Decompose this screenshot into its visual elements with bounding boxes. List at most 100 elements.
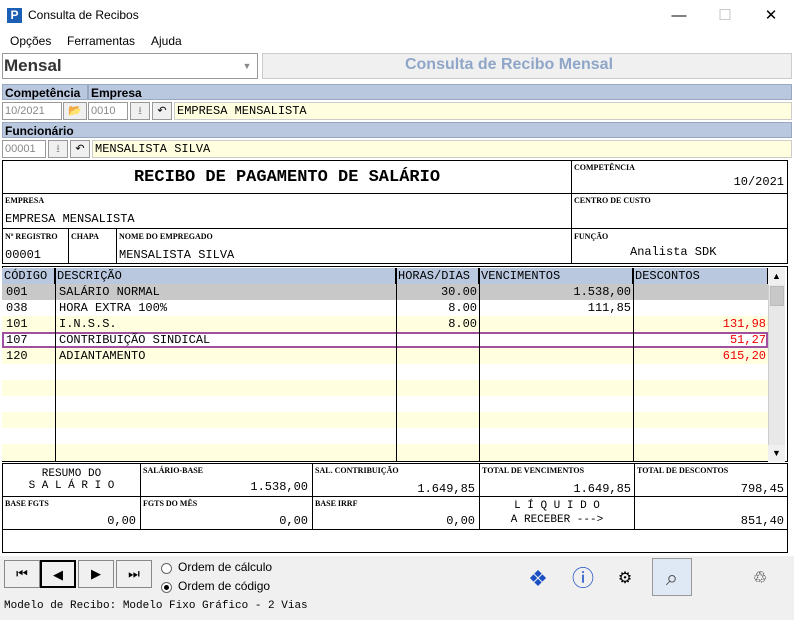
first-record-button[interactable]: ⏮ [4,560,40,588]
scroll-thumb[interactable] [770,286,784,306]
cell-hours: 30.00 [440,285,477,299]
zoom-icon[interactable]: ⌕ [652,558,692,596]
registro-label: Nº REGISTRO [5,232,58,241]
settings-icon[interactable]: ⚙ [605,560,645,598]
empresa-name: EMPRESA MENSALISTA [174,102,792,120]
receipt-title: RECIBO DE PAGAMENTO DE SALÁRIO [133,168,441,187]
radio-ordem-codigo-label[interactable]: Ordem de código [178,579,270,593]
base-irrf-value: 0,00 [446,514,475,528]
cell-desc: SALÁRIO NORMAL [59,285,160,299]
table-row-empty [2,444,768,461]
centro-custo-label: CENTRO DE CUSTO [574,196,651,205]
folder-icon[interactable]: 📂 [63,102,87,120]
sal-contrib-value: 1.649,85 [417,482,475,496]
sal-contrib-label: SAL. CONTRIBUIÇÃO [315,466,399,475]
empresa-box-label: EMPRESA [5,196,45,205]
competencia-input[interactable]: 10/2021 [2,102,62,120]
app-icon: P [7,8,22,23]
total-desc-value: 798,45 [740,482,784,496]
th-horas: HORAS/DIAS [396,268,479,284]
status-text: Modelo de Recibo: Modelo Fixo Gráfico - … [4,600,308,612]
next-record-button[interactable]: ▶ [78,560,114,588]
funcao-value: Analista SDK [630,245,717,259]
cell-code: 107 [6,333,28,347]
nome-label: NOME DO EMPREGADO [119,232,213,241]
info-icon[interactable]: ⓘ [563,560,603,598]
total-venc-value: 1.649,85 [573,482,631,496]
total-venc-label: TOTAL DE VENCIMENTOS [482,466,585,475]
table-row-empty [2,364,768,380]
table-row-empty [2,412,768,428]
total-desc-label: TOTAL DE DESCONTOS [637,466,729,475]
salario-base-value: 1.538,00 [250,480,308,494]
fgts-mes-label: FGTS DO MÊS [143,499,198,508]
menu-opcoes[interactable]: Opções [10,32,51,50]
col-divider [55,268,56,462]
print-icon[interactable]: ❖ [518,560,558,598]
nome-value: MENSALISTA SILVA [119,248,235,262]
close-button[interactable]: ✕ [748,0,794,32]
cell-desc: ADIANTAMENTO [59,349,146,363]
base-irrf-label: BASE IRRF [315,499,358,508]
table-row-empty [2,380,768,396]
base-fgts-label: BASE FGTS [5,499,49,508]
table-row-empty [2,396,768,412]
cell-code: 038 [6,301,28,315]
empresa-box-value: EMPRESA MENSALISTA [5,212,135,226]
base-fgts-value: 0,00 [107,514,136,528]
funcionario-code-input[interactable]: 00001 [2,140,46,158]
competencia-label: Competência [2,84,88,100]
radio-ordem-codigo[interactable] [161,582,172,593]
maximize-button[interactable]: ☐ [702,0,748,32]
undo-icon[interactable]: ↶ [152,102,172,120]
undo-icon-2[interactable]: ↶ [70,140,90,158]
scroll-down-icon[interactable]: ▼ [768,445,785,462]
radio-ordem-calculo[interactable] [161,563,172,574]
th-codigo: CÓDIGO [2,268,55,284]
cell-desconto: 51,27 [729,333,766,347]
menu-ferramentas[interactable]: Ferramentas [67,32,135,50]
liquido-line1: L Í Q U I D O [514,500,600,512]
cell-hours: 8.00 [448,301,477,315]
recycle-icon[interactable]: ♲ [740,560,780,598]
blank-box [2,529,788,553]
cell-code: 101 [6,317,28,331]
funcao-label: FUNÇÃO [574,232,609,241]
table-row-empty [2,428,768,444]
salario-base-label: SALÁRIO-BASE [143,466,204,475]
last-record-button[interactable]: ⏭ [116,560,152,588]
cell-desc: I.N.S.S. [59,317,117,331]
cell-desc: HORA EXTRA 100% [59,301,168,315]
window-title: Consulta de Recibos [28,8,139,22]
cell-hours: 8.00 [448,317,477,331]
cell-desconto: 615,20 [722,349,766,363]
th-descontos: DESCONTOS [633,268,768,284]
fgts-mes-value: 0,00 [279,514,308,528]
registro-value: 00001 [5,248,42,262]
funcionario-lookup-icon[interactable]: ⭳ [48,140,68,158]
chevron-down-icon[interactable]: ▼ [238,55,256,77]
competencia-box-value: 10/2021 [733,175,784,189]
funcionario-label: Funcionário [2,122,792,138]
cell-desc: CONTRIBUIÇÃO SINDICAL [59,333,211,347]
minimize-button[interactable]: — [656,0,702,32]
col-divider [633,268,634,462]
empresa-code-input[interactable]: 0010 [88,102,128,120]
funcionario-name: MENSALISTA SILVA [92,140,792,158]
th-descricao: DESCRIÇÃO [55,268,396,284]
radio-ordem-calculo-label[interactable]: Ordem de cálculo [178,560,272,574]
empresa-label: Empresa [88,84,792,100]
liquido-value: 851,40 [740,514,784,528]
resumo-line1: RESUMO DO [41,468,102,480]
liquido-line2: A RECEBER ---> [510,514,604,526]
scroll-up-icon[interactable]: ▲ [768,268,785,285]
empresa-lookup-icon[interactable]: ⭳ [130,102,150,120]
th-vencimentos: VENCIMENTOS [479,268,633,284]
menu-ajuda[interactable]: Ajuda [151,32,182,50]
cell-venc: 111,85 [587,301,631,315]
mode-value: Mensal [4,56,62,75]
prev-record-button[interactable]: ◀ [40,560,76,588]
competencia-box-label: COMPETÊNCIA [574,163,635,172]
cell-venc: 1.538,00 [573,285,631,299]
cell-desconto: 131,98 [722,317,766,331]
